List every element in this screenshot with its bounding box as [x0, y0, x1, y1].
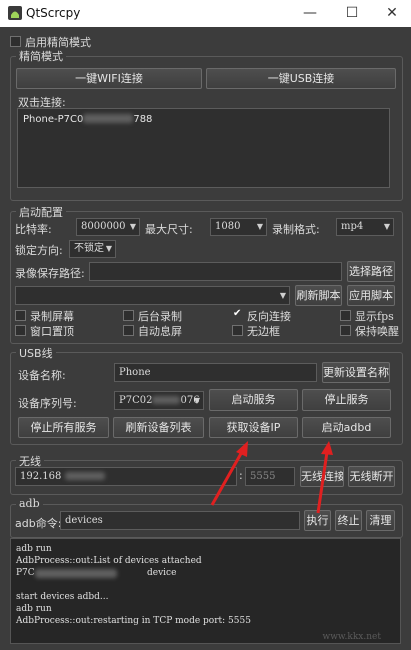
- arrow-to-start-adbd: [316, 441, 333, 514]
- app-window: QtScrcpy — ☐ ✕ 启用精简模式 精简模式 一键WIFI连接 一键US…: [0, 0, 411, 650]
- arrow-to-get-ip: [210, 441, 248, 506]
- annotation-arrows: [210, 441, 333, 514]
